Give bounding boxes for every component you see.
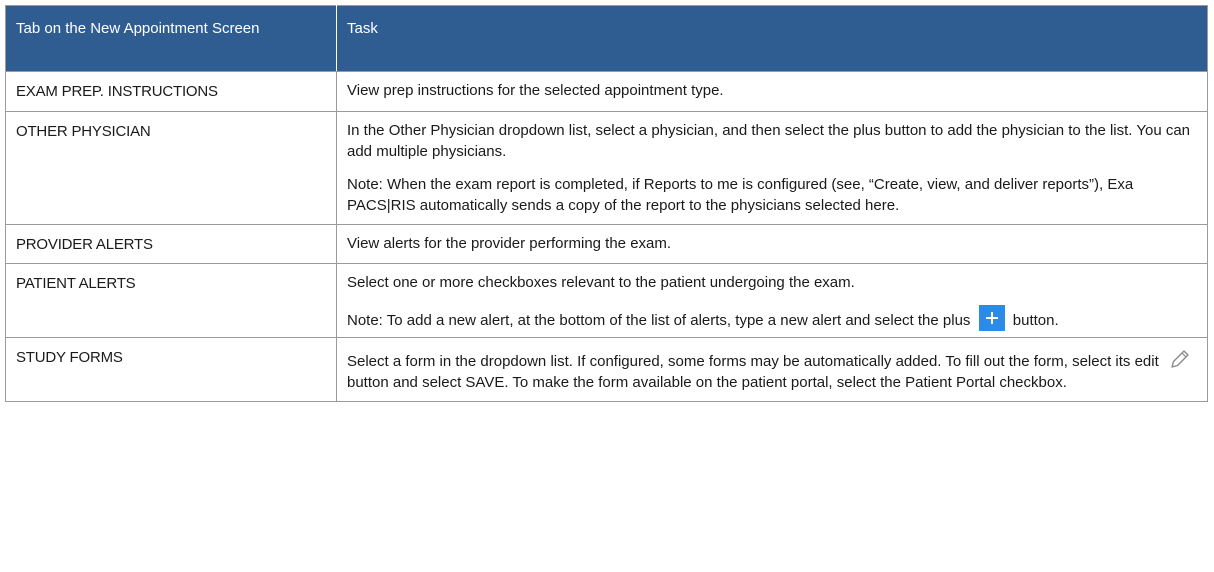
table-header-row: Tab on the New Appointment Screen Task	[5, 5, 1208, 72]
task-text: View prep instructions for the selected …	[347, 82, 724, 99]
note-text-part: button.	[1012, 312, 1059, 329]
tab-cell: PATIENT ALERTS	[5, 263, 337, 338]
plus-icon	[978, 305, 1005, 331]
tab-cell: OTHER PHYSICIAN	[5, 111, 337, 225]
task-text: Select one or more checkboxes relevant t…	[347, 274, 855, 291]
task-cell: In the Other Physician dropdown list, se…	[336, 111, 1208, 225]
task-cell: View alerts for the provider performing …	[336, 224, 1208, 264]
table-row-exam-prep: EXAM PREP. INSTRUCTIONS View prep instru…	[5, 71, 1208, 112]
task-text-part: Select a form in the dropdown list. If c…	[347, 353, 1159, 370]
task-cell: Select a form in the dropdown list. If c…	[336, 337, 1208, 402]
header-tab-column: Tab on the New Appointment Screen	[5, 5, 337, 72]
task-text-part: button and select SAVE. To make the form…	[347, 374, 1067, 391]
table-row-provider-alerts: PROVIDER ALERTS View alerts for the prov…	[5, 224, 1208, 264]
table-row-patient-alerts: PATIENT ALERTS Select one or more checkb…	[5, 263, 1208, 338]
task-text: Select a form in the dropdown list. If c…	[347, 346, 1197, 393]
note-text: Note: To add a new alert, at the bottom …	[347, 305, 1197, 331]
task-text: View alerts for the provider performing …	[347, 235, 672, 252]
table-row-study-forms: STUDY FORMS Select a form in the dropdow…	[5, 337, 1208, 402]
tab-cell: PROVIDER ALERTS	[5, 224, 337, 264]
task-cell: View prep instructions for the selected …	[336, 71, 1208, 112]
document-table: Tab on the New Appointment Screen Task E…	[5, 5, 1208, 402]
note-text-part: Note: To add a new alert, at the bottom …	[347, 312, 971, 329]
pencil-icon	[1167, 346, 1193, 372]
task-text: In the Other Physician dropdown list, se…	[347, 122, 1191, 160]
tab-cell: EXAM PREP. INSTRUCTIONS	[5, 71, 337, 112]
header-task-column: Task	[336, 5, 1208, 72]
note-text: Note: When the exam report is completed,…	[347, 176, 1134, 214]
task-cell: Select one or more checkboxes relevant t…	[336, 263, 1208, 338]
tab-cell: STUDY FORMS	[5, 337, 337, 402]
table-row-other-physician: OTHER PHYSICIAN In the Other Physician d…	[5, 111, 1208, 225]
